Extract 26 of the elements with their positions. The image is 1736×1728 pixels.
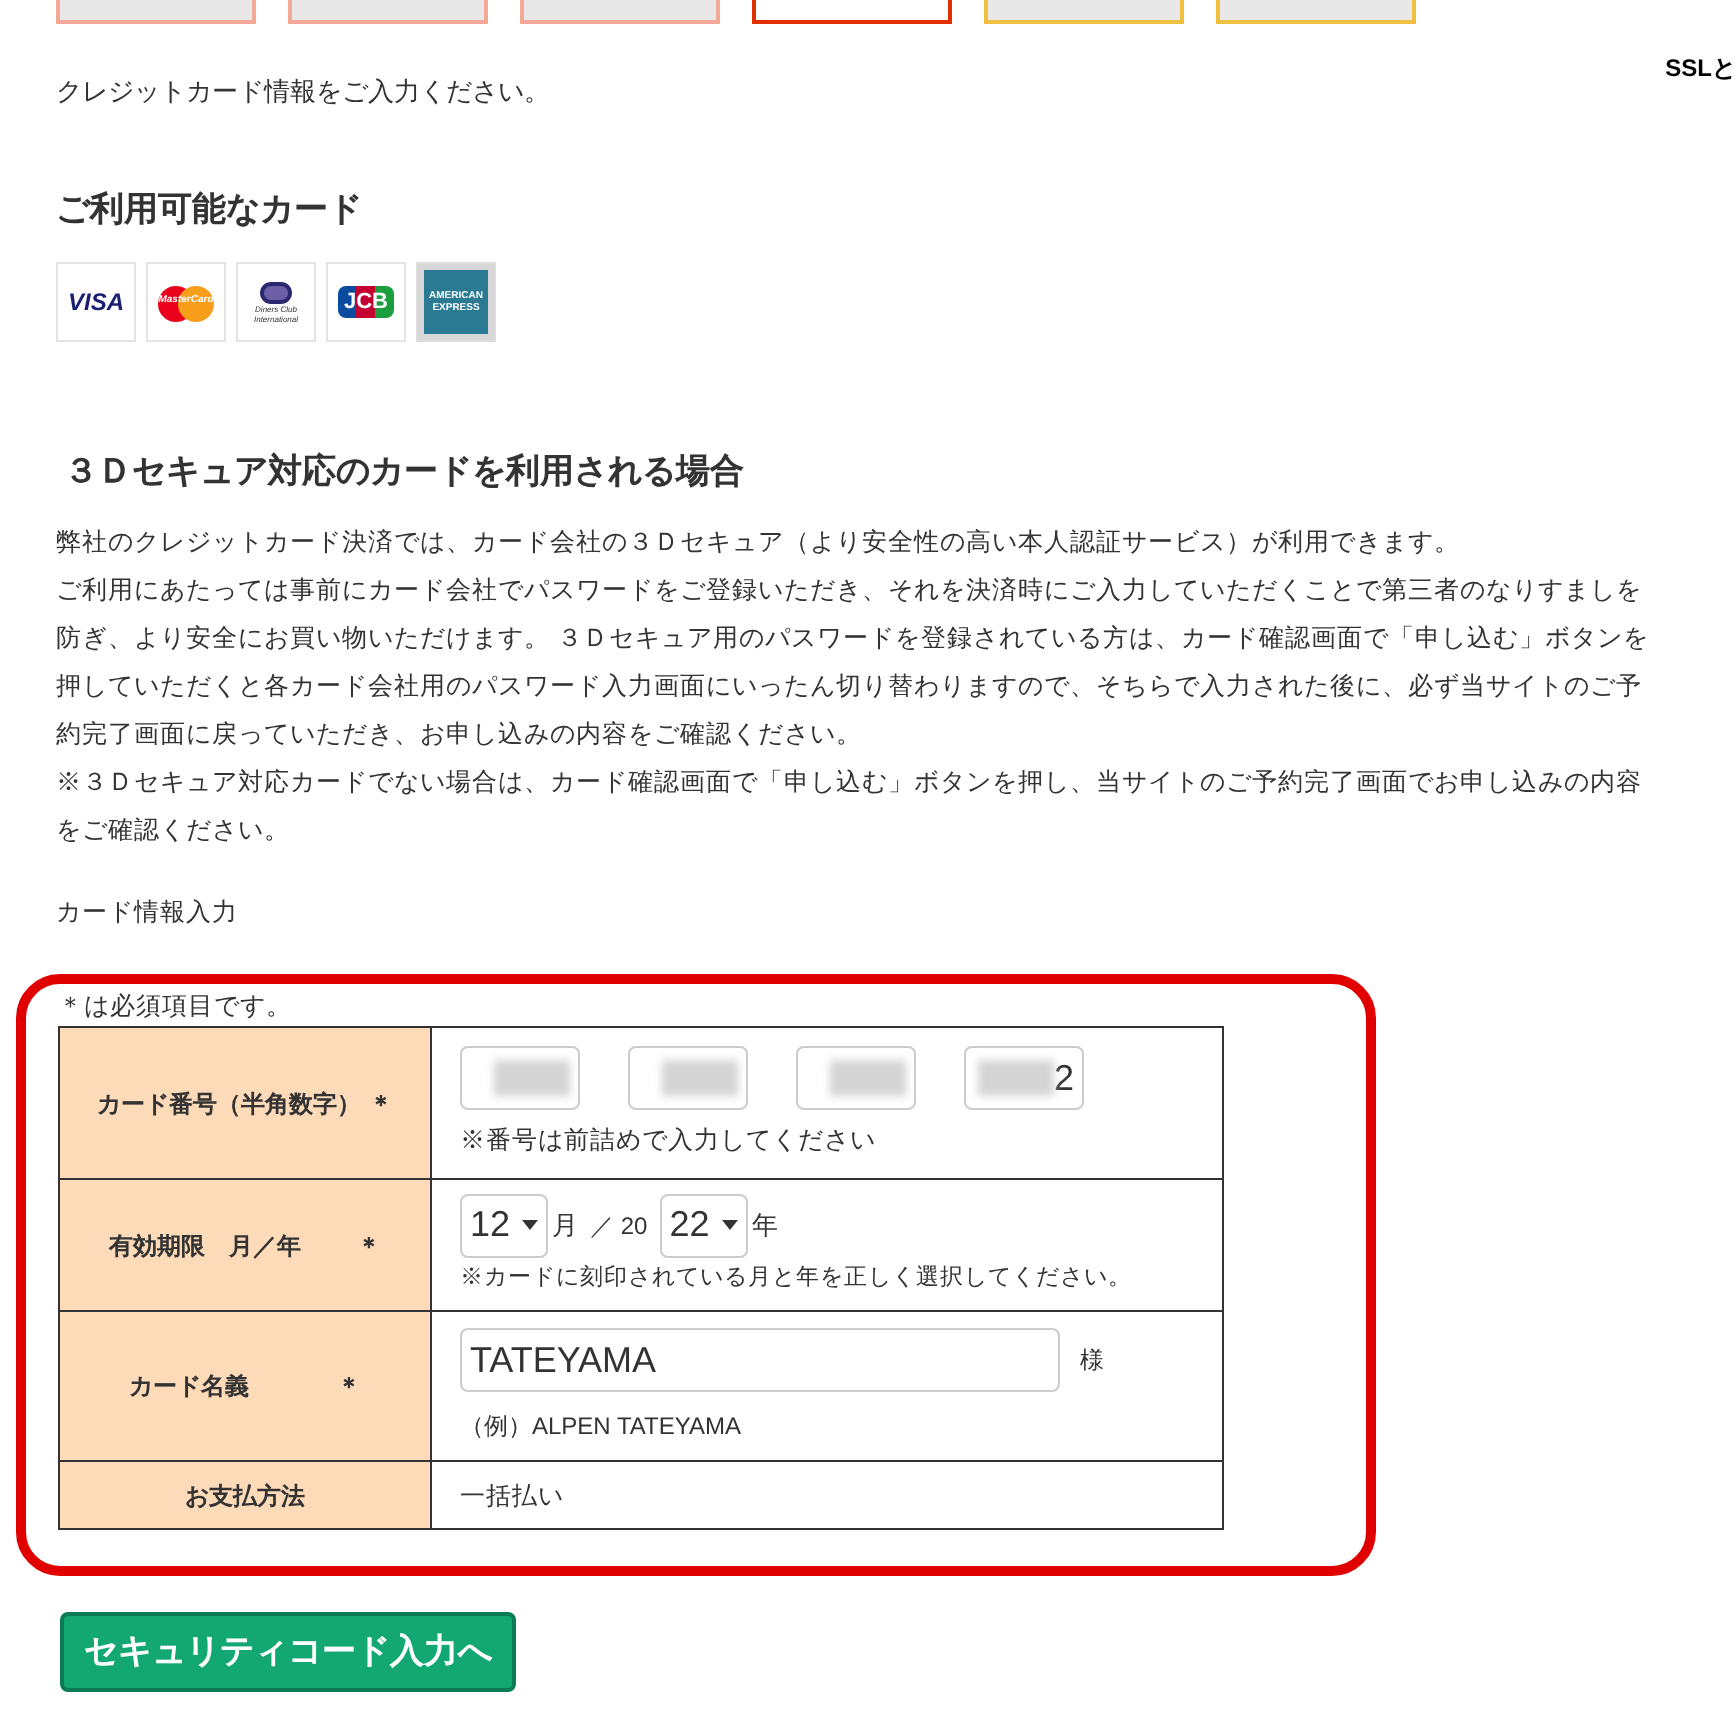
secure-paragraph: 弊社のクレジットカード決済では、カード会社の３Ｄセキュア（より安全性の高い本人認証サービス）が利用できます。 bbox=[56, 525, 1462, 559]
year-unit: 年 bbox=[751, 1208, 778, 1245]
row-header: カード番号（半角数字） ＊ bbox=[59, 1027, 431, 1179]
month-select[interactable]: 12 bbox=[460, 1193, 549, 1258]
month-unit: 月 bbox=[552, 1208, 579, 1245]
row-header: お支払方法 bbox=[59, 1461, 431, 1529]
payment-value: 一括払い bbox=[460, 1481, 564, 1509]
year-prefix: ／ 20 bbox=[590, 1209, 648, 1244]
secure-paragraph: ご利用にあたっては事前にカード会社でパスワードをご登録いただき、それを決済時にご入力していただくことで第三者のなりすましを防ぎ、より安全にお買い物いただけます。 ３Ｄセキュア用のパスワードを登録されている方は、カード確認画面で「申し込む」ボタンを押していただくと各カード会社用のパスワード入力画面にいったん切り替わりますので、そちらで入力された後に、必ず当サイトのご予約完了画面に戻っていただき、お申し込みの内容をご確認ください。 bbox=[56, 573, 1651, 751]
row-header: 有効期限 月／年 ＊ bbox=[59, 1179, 431, 1311]
year-select[interactable]: 22 bbox=[659, 1193, 748, 1258]
intro-text: クレジットカード情報をご入力ください。 bbox=[56, 74, 552, 110]
row-header: カード名義 ＊ bbox=[59, 1311, 431, 1461]
visa-logo: VISA bbox=[56, 262, 136, 342]
hint-text: ※番号は前詰めで入力してください bbox=[460, 1124, 878, 1159]
secure-paragraph: ※３Ｄセキュア対応カードでない場合は、カード確認画面で「申し込む」ボタンを押し、当サイトのご予約完了画面でお申し込みの内容をご確認ください。 bbox=[56, 765, 1644, 847]
example-text: （例）ALPEN TATEYAMA bbox=[460, 1410, 743, 1444]
required-note: ＊は必須項目です。 bbox=[58, 990, 294, 1025]
card-number-field[interactable]: 2 bbox=[964, 1046, 1084, 1111]
secure-heading: ３Ｄセキュア対応のカードを利用される場合 bbox=[62, 450, 746, 494]
card-info-label: カード情報入力 bbox=[56, 895, 240, 929]
honorific-text: 様 bbox=[1080, 1344, 1104, 1378]
cards-heading: ご利用可能なカード bbox=[56, 187, 364, 231]
card-holder-field[interactable]: TATEYAMA bbox=[460, 1328, 1060, 1392]
hint-text: ※カードに刻印されている月と年を正しく選択してください。 bbox=[460, 1262, 1134, 1294]
ssl-note: SSLと bbox=[1665, 54, 1736, 82]
